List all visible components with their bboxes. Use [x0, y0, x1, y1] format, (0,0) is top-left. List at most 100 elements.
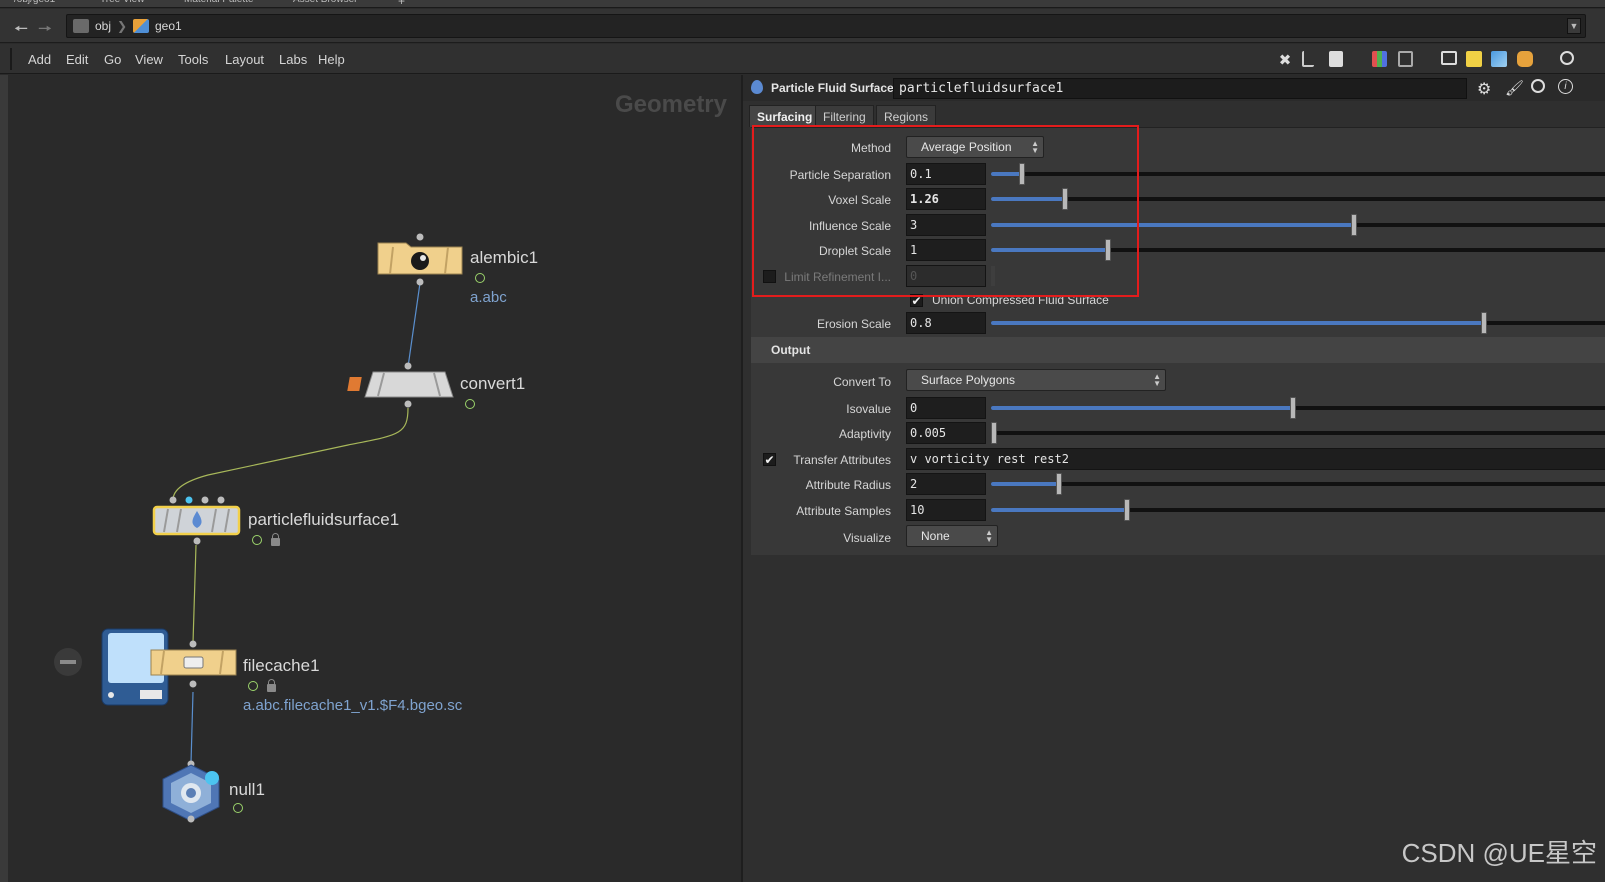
transfer-attributes-label: Transfer Attributes	[793, 453, 891, 467]
menu-help[interactable]: Help	[318, 52, 345, 67]
slider-handle[interactable]	[1056, 473, 1062, 495]
list-view-icon[interactable]	[1329, 51, 1343, 67]
pane-tab-strip: /obj/geo1 Tree View Material Palette Ass…	[0, 0, 1605, 8]
menu-view[interactable]: View	[135, 52, 163, 67]
menu-add[interactable]: Add	[28, 52, 51, 67]
menu-tools[interactable]: Tools	[178, 52, 208, 67]
gear-icon[interactable]: ⚙	[1477, 79, 1491, 99]
breadcrumb-obj[interactable]: obj	[95, 19, 111, 33]
droplet-scale-field[interactable]: 1	[906, 239, 986, 261]
menu-grip	[10, 48, 12, 70]
isovalue-field[interactable]: 0	[906, 397, 986, 419]
search-icon[interactable]	[1531, 79, 1545, 93]
visualize-label: Visualize	[843, 531, 891, 545]
node-name-field[interactable]: particlefluidsurface1	[893, 78, 1467, 99]
display-flag-icon[interactable]	[465, 399, 475, 409]
display-flag-icon[interactable]	[233, 803, 243, 813]
brush-icon[interactable]: 🖌	[1505, 79, 1524, 97]
parameter-header: Particle Fluid Surface particlefluidsurf…	[743, 75, 1605, 101]
tab-surfacing[interactable]: Surfacing	[749, 105, 821, 127]
union-compressed-checkbox[interactable]: ✔	[910, 294, 923, 307]
erosion-scale-field[interactable]: 0.8	[906, 312, 986, 334]
isovalue-slider[interactable]	[991, 397, 1605, 419]
lock-icon[interactable]	[267, 679, 276, 692]
node-label-alembic1[interactable]: alembic1	[470, 248, 538, 268]
add-tab-icon[interactable]: +	[398, 0, 405, 7]
transfer-attributes-field[interactable]: v vorticity rest rest2	[906, 448, 1605, 470]
attribute-radius-field[interactable]: 2	[906, 473, 986, 495]
attribute-samples-label: Attribute Samples	[796, 504, 891, 518]
network-menu-bar: Add Edit Go View Tools Layout Labs Help …	[0, 44, 1605, 74]
adaptivity-slider[interactable]	[991, 422, 1605, 444]
adaptivity-field[interactable]: 0.005	[906, 422, 986, 444]
attribute-samples-field[interactable]: 10	[906, 499, 986, 521]
node-label-convert1[interactable]: convert1	[460, 374, 525, 394]
voxel-scale-slider[interactable]	[991, 188, 1605, 210]
slider-handle[interactable]	[1062, 188, 1068, 210]
union-compressed-label: Union Compressed Fluid Surface	[932, 293, 1109, 307]
lock-icon[interactable]	[271, 533, 280, 546]
forward-arrow-icon[interactable]: 🠖	[38, 18, 52, 45]
menu-edit[interactable]: Edit	[66, 52, 88, 67]
particle-separation-field[interactable]: 0.1	[906, 163, 986, 185]
network-editor[interactable]: Geometry alembic1 a.abc convert1 particl…	[0, 75, 741, 882]
back-arrow-icon[interactable]: 🠔	[14, 18, 28, 45]
erosion-scale-slider[interactable]	[991, 312, 1605, 334]
pane-tab-network[interactable]: /obj/geo1	[14, 0, 55, 7]
dropdown-arrows-icon: ▲ ▼	[985, 528, 993, 544]
menu-labs[interactable]: Labs	[279, 52, 307, 67]
sticky-note-icon[interactable]	[1466, 51, 1482, 67]
output-section-header[interactable]: Output	[751, 337, 1605, 363]
breadcrumb-geo1[interactable]: geo1	[155, 19, 182, 33]
slider-handle[interactable]	[1481, 312, 1487, 334]
method-dropdown[interactable]: Average Position ▲ ▼	[906, 136, 1044, 158]
search-icon[interactable]	[1560, 51, 1574, 65]
slider-handle[interactable]	[1019, 163, 1025, 185]
slider-handle[interactable]	[991, 422, 997, 444]
tab-regions[interactable]: Regions	[876, 105, 937, 127]
slider-fill	[991, 197, 1065, 201]
display-flag-icon[interactable]	[475, 273, 485, 283]
tab-filtering[interactable]: Filtering	[815, 105, 874, 127]
image-icon[interactable]	[1491, 51, 1507, 67]
slider-handle[interactable]	[1290, 397, 1296, 419]
path-field[interactable]: obj ❯ geo1 ▼	[66, 14, 1586, 38]
pane-tab-asset-browser[interactable]: Asset Browser	[293, 0, 357, 7]
droplet-scale-slider[interactable]	[991, 239, 1605, 261]
slider-handle[interactable]	[1105, 239, 1111, 261]
slider-handle[interactable]	[1124, 499, 1130, 521]
node-label-null1[interactable]: null1	[229, 780, 265, 800]
node-type-label: Particle Fluid Surface	[771, 81, 894, 95]
node-label-particlefluidsurface1[interactable]: particlefluidsurface1	[248, 510, 399, 530]
display-flag-icon[interactable]	[252, 535, 262, 545]
path-dropdown-arrow-icon[interactable]: ▼	[1567, 18, 1581, 34]
attribute-radius-slider[interactable]	[991, 473, 1605, 495]
convert-to-dropdown[interactable]: Surface Polygons ▲ ▼	[906, 369, 1166, 391]
pane-tab-tree-view[interactable]: Tree View	[100, 0, 144, 7]
pane-tab-material-palette[interactable]: Material Palette	[184, 0, 253, 7]
influence-scale-field[interactable]: 3	[906, 214, 986, 236]
node-convert1	[347, 362, 454, 408]
tree-layout-icon[interactable]	[1302, 51, 1314, 67]
node-null1	[162, 760, 220, 823]
tools-icon[interactable]: ✖	[1276, 51, 1294, 69]
voxel-scale-field[interactable]: 1.26	[906, 188, 986, 210]
parameter-editor: Particle Fluid Surface particlefluidsurf…	[741, 75, 1605, 882]
node-comment-alembic1: a.abc	[470, 289, 507, 306]
menu-go[interactable]: Go	[104, 52, 121, 67]
color-palette-icon[interactable]	[1372, 51, 1387, 67]
bundle-icon[interactable]	[1517, 51, 1533, 67]
network-box-icon[interactable]	[1441, 51, 1457, 65]
grid-view-icon[interactable]	[1398, 51, 1413, 67]
display-flag-icon[interactable]	[248, 681, 258, 691]
method-value: Average Position	[921, 140, 1012, 154]
particle-separation-slider[interactable]	[991, 163, 1605, 185]
attribute-samples-slider[interactable]	[991, 499, 1605, 521]
node-label-filecache1[interactable]: filecache1	[243, 656, 320, 676]
slider-handle[interactable]	[1351, 214, 1357, 236]
info-icon[interactable]: i	[1558, 79, 1573, 94]
attribute-radius-label: Attribute Radius	[805, 478, 891, 492]
menu-layout[interactable]: Layout	[225, 52, 264, 67]
visualize-dropdown[interactable]: None ▲ ▼	[906, 525, 998, 547]
influence-scale-slider[interactable]	[991, 214, 1605, 236]
